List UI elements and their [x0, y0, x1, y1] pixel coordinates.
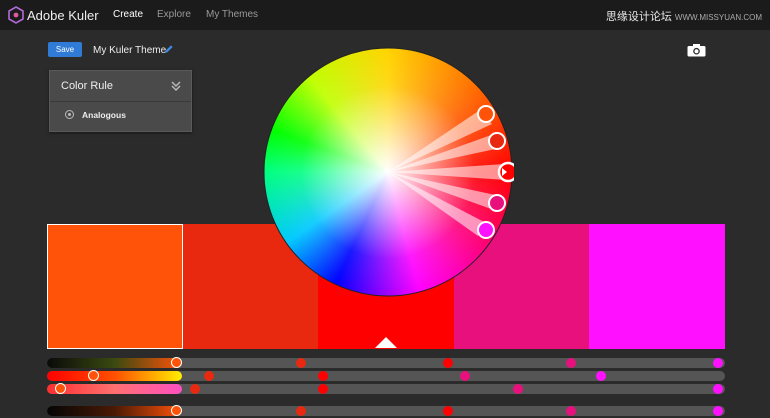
slider-knob-main[interactable]	[171, 405, 182, 416]
nav-explore[interactable]: Explore	[157, 9, 191, 20]
slider-knob[interactable]	[190, 384, 200, 394]
slider-saturation[interactable]	[47, 383, 725, 394]
save-button[interactable]: Save	[48, 42, 82, 57]
slider-knob[interactable]	[443, 358, 453, 368]
swatch-5[interactable]	[589, 224, 725, 349]
slider-knob[interactable]	[713, 358, 723, 368]
slider-knob[interactable]	[443, 406, 453, 416]
wheel-handle-1[interactable]	[477, 105, 495, 123]
slider-brightness[interactable]	[47, 357, 725, 368]
slider-knob[interactable]	[513, 384, 523, 394]
slider-knob-main[interactable]	[88, 370, 99, 381]
slider-gradient	[47, 406, 182, 416]
rule-option-analogous[interactable]: Analogous	[65, 110, 126, 120]
slider-gradient	[47, 371, 182, 381]
slider-knob[interactable]	[318, 371, 328, 381]
slider-hue[interactable]	[47, 370, 725, 381]
nav-create[interactable]: Create	[113, 9, 143, 20]
kuler-logo-icon[interactable]	[8, 6, 24, 24]
color-rule-header[interactable]: Color Rule	[50, 71, 191, 102]
swatch-1[interactable]	[47, 224, 183, 349]
slider-knob-main[interactable]	[55, 383, 66, 394]
camera-icon[interactable]	[687, 43, 706, 57]
wheel-handle-5[interactable]	[477, 221, 495, 239]
base-color-marker	[375, 337, 397, 348]
slider-knob-main[interactable]	[171, 357, 182, 368]
pencil-icon[interactable]	[164, 44, 174, 54]
slider-value[interactable]	[47, 405, 725, 416]
chevron-down-icon[interactable]	[171, 80, 181, 92]
slider-knob[interactable]	[566, 358, 576, 368]
watermark: 思缘设计论坛 WWW.MISSYUAN.COM	[606, 8, 762, 24]
slider-knob[interactable]	[460, 371, 470, 381]
watermark-text: 思缘设计论坛	[605, 11, 672, 23]
nav-my-themes[interactable]: My Themes	[206, 9, 258, 20]
slider-knob[interactable]	[713, 384, 723, 394]
watermark-url: WWW.MISSYUAN.COM	[674, 13, 762, 22]
slider-knob[interactable]	[566, 406, 576, 416]
wheel-handle-2[interactable]	[488, 132, 506, 150]
top-bar: Adobe Kuler Create Explore My Themes 思缘设…	[0, 0, 770, 30]
slider-gradient	[47, 384, 182, 394]
slider-knob[interactable]	[296, 358, 306, 368]
slider-knob[interactable]	[713, 406, 723, 416]
wheel-handle-4[interactable]	[488, 194, 506, 212]
theme-name[interactable]: My Kuler Theme	[93, 45, 166, 56]
color-sliders	[47, 350, 725, 418]
color-rule-panel: Color Rule Analogous	[49, 70, 192, 132]
slider-knob[interactable]	[296, 406, 306, 416]
radio-icon[interactable]	[65, 110, 74, 119]
slider-gradient	[47, 358, 182, 368]
color-rule-title: Color Rule	[61, 80, 113, 92]
slider-knob[interactable]	[596, 371, 606, 381]
app-title: Adobe Kuler	[27, 8, 99, 23]
slider-knob[interactable]	[204, 371, 214, 381]
slider-knob[interactable]	[318, 384, 328, 394]
color-wheel[interactable]	[262, 46, 514, 298]
rule-option-label: Analogous	[82, 110, 126, 120]
